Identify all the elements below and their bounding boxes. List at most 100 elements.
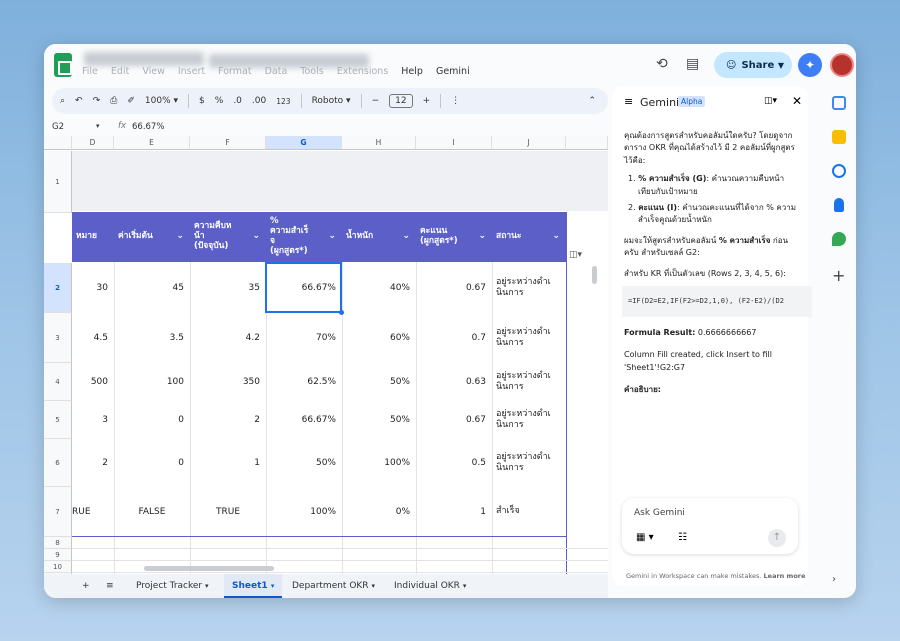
table-cell[interactable]: TRUE bbox=[190, 487, 266, 537]
table-cell[interactable]: 4.2 bbox=[190, 313, 266, 363]
paint-format-icon[interactable]: ✐ bbox=[127, 96, 135, 106]
send-icon[interactable]: ↑ bbox=[768, 529, 786, 547]
search-menus-icon[interactable]: ⌕ bbox=[60, 96, 65, 106]
row-header[interactable]: 8 bbox=[44, 537, 72, 549]
table-cell[interactable]: 0.67 bbox=[416, 263, 492, 313]
tab-sheet1[interactable]: Sheet1 ▾ bbox=[224, 574, 283, 598]
filter-dropdown-icon[interactable]: ⌄ bbox=[402, 231, 410, 241]
learn-more-link[interactable]: Learn more bbox=[764, 572, 806, 580]
filter-dropdown-icon[interactable]: ⌄ bbox=[552, 231, 560, 241]
table-cell[interactable]: 4.5 bbox=[72, 313, 114, 363]
font-select[interactable]: Roboto ▾ bbox=[312, 96, 351, 106]
table-cell[interactable]: อยู่ระหว่างดำเ นินการ bbox=[492, 439, 566, 487]
tune-icon[interactable]: ☷ bbox=[678, 532, 687, 543]
currency-button[interactable]: $ bbox=[199, 96, 205, 106]
table-cell[interactable]: 350 bbox=[190, 363, 266, 401]
close-icon[interactable]: ✕ bbox=[792, 94, 802, 108]
horizontal-scrollbar[interactable] bbox=[144, 566, 274, 571]
table-cell[interactable]: 1 bbox=[190, 439, 266, 487]
percent-button[interactable]: % bbox=[215, 96, 224, 106]
undo-icon[interactable]: ↶ bbox=[75, 96, 83, 106]
menu-view[interactable]: View bbox=[142, 66, 165, 77]
row-header[interactable]: 9 bbox=[44, 549, 72, 561]
column-header-i[interactable]: I bbox=[416, 136, 492, 150]
column-header-j[interactable]: J bbox=[492, 136, 566, 150]
table-cell[interactable]: 40% bbox=[342, 263, 416, 313]
gemini-sparkle-icon[interactable]: ✦ bbox=[798, 53, 822, 77]
more-icon[interactable]: ⋮ bbox=[451, 96, 460, 106]
menu-edit[interactable]: Edit bbox=[111, 66, 129, 77]
header-cell-score[interactable]: คะแนน (ผูกสูตร*) ⌄ bbox=[416, 212, 492, 262]
table-cell[interactable]: อยู่ระหว่างดำเ นินการ bbox=[492, 263, 566, 313]
font-size-decrease-button[interactable]: − bbox=[372, 96, 380, 106]
ask-gemini-box[interactable]: Ask Gemini ▦ ▾ ☷ ↑ bbox=[622, 498, 798, 554]
header-cell-start[interactable]: ค่าเริ่มต้น ⌄ bbox=[114, 212, 190, 262]
table-insert-icon[interactable]: ▦ ▾ bbox=[636, 532, 654, 543]
name-box[interactable]: G2 bbox=[52, 122, 64, 132]
comment-icon[interactable]: ▤ bbox=[686, 56, 699, 72]
table-cell[interactable]: 60% bbox=[342, 313, 416, 363]
header-cell-target[interactable]: หมาย bbox=[72, 212, 114, 262]
tab-menu-icon[interactable]: ▾ bbox=[205, 582, 209, 590]
history-icon[interactable]: ⟲ bbox=[656, 56, 668, 72]
name-box-dropdown-icon[interactable]: ▾ bbox=[96, 122, 100, 130]
column-header-h[interactable]: H bbox=[342, 136, 416, 150]
table-cell[interactable]: 35 bbox=[190, 263, 266, 313]
maps-icon[interactable] bbox=[832, 232, 846, 246]
table-cell[interactable]: 50% bbox=[342, 363, 416, 401]
row-header[interactable]: 4 bbox=[44, 363, 72, 401]
table-cell[interactable]: 2 bbox=[72, 439, 114, 487]
table-cell[interactable]: อยู่ระหว่างดำเ นินการ bbox=[492, 363, 566, 401]
table-cell[interactable]: 100% bbox=[342, 439, 416, 487]
row-header[interactable]: 1 bbox=[44, 151, 72, 213]
select-all-corner[interactable] bbox=[44, 136, 72, 150]
table-cell[interactable]: 3 bbox=[72, 401, 114, 439]
filter-dropdown-icon[interactable]: ⌄ bbox=[252, 231, 260, 241]
print-icon[interactable]: ⎙ bbox=[110, 96, 117, 106]
decrease-decimal-button[interactable]: .0 bbox=[233, 96, 242, 106]
add-addon-icon[interactable]: + bbox=[832, 266, 845, 285]
number-format-button[interactable]: 123 bbox=[276, 97, 290, 106]
redo-icon[interactable]: ↷ bbox=[93, 96, 101, 106]
tab-menu-icon[interactable]: ▾ bbox=[271, 582, 275, 590]
formula-input[interactable]: 66.67% bbox=[132, 122, 164, 132]
header-cell-success[interactable]: % ความสำเร็ จ (ผูกสูตร*) ⌄ bbox=[266, 212, 342, 262]
table-cell[interactable]: 0.7 bbox=[416, 313, 492, 363]
column-header-g[interactable]: G bbox=[266, 136, 342, 150]
row-header[interactable]: 7 bbox=[44, 487, 72, 537]
keep-icon[interactable] bbox=[832, 130, 846, 144]
panel-layout-icon[interactable]: ◫▾ bbox=[764, 96, 777, 106]
menu-insert[interactable]: Insert bbox=[178, 66, 205, 77]
table-cell[interactable]: 30 bbox=[72, 263, 114, 313]
code-block[interactable]: =IF(D2=E2,IF(F2>=D2,1,0), (F2-E2)/(D2 bbox=[622, 285, 812, 317]
table-cell[interactable]: 0% bbox=[342, 487, 416, 537]
menu-help[interactable]: Help bbox=[401, 66, 423, 77]
table-cell[interactable]: 0 bbox=[114, 401, 190, 439]
menu-file[interactable]: File bbox=[82, 66, 98, 77]
row-header[interactable]: 6 bbox=[44, 439, 72, 487]
table-cell[interactable]: 3.5 bbox=[114, 313, 190, 363]
row-header[interactable]: 3 bbox=[44, 313, 72, 363]
table-cell[interactable]: 0 bbox=[114, 439, 190, 487]
active-cell-selection[interactable] bbox=[265, 262, 344, 315]
calendar-icon[interactable] bbox=[832, 96, 846, 110]
table-cell[interactable]: 0.63 bbox=[416, 363, 492, 401]
filter-dropdown-icon[interactable]: ⌄ bbox=[328, 231, 336, 241]
row-header[interactable]: 5 bbox=[44, 401, 72, 439]
header-cell-status[interactable]: สถานะ ⌄ bbox=[492, 212, 566, 262]
collapse-toolbar-icon[interactable]: ⌃ bbox=[588, 96, 596, 106]
table-cell[interactable]: 62.5% bbox=[266, 363, 342, 401]
contacts-icon[interactable] bbox=[834, 198, 844, 212]
header-cell-progress[interactable]: ความคืบห น้า (ปัจจุบัน) ⌄ bbox=[190, 212, 266, 262]
table-cell[interactable]: 100% bbox=[266, 487, 342, 537]
spreadsheet-grid[interactable]: D E F G H I J 1 2 3 4 5 6 7 8 9 10 11 12… bbox=[44, 136, 608, 574]
table-cell[interactable]: 70% bbox=[266, 313, 342, 363]
table-cell[interactable]: 1 bbox=[416, 487, 492, 537]
table-cell[interactable]: 0.67 bbox=[416, 401, 492, 439]
ask-gemini-input[interactable]: Ask Gemini bbox=[634, 508, 685, 518]
table-cell[interactable]: 500 bbox=[72, 363, 114, 401]
tab-project-tracker[interactable]: Project Tracker ▾ bbox=[128, 574, 217, 598]
sheets-logo-icon[interactable] bbox=[54, 53, 72, 77]
expand-side-icon[interactable]: › bbox=[832, 574, 836, 585]
all-sheets-icon[interactable]: ≡ bbox=[98, 574, 122, 598]
